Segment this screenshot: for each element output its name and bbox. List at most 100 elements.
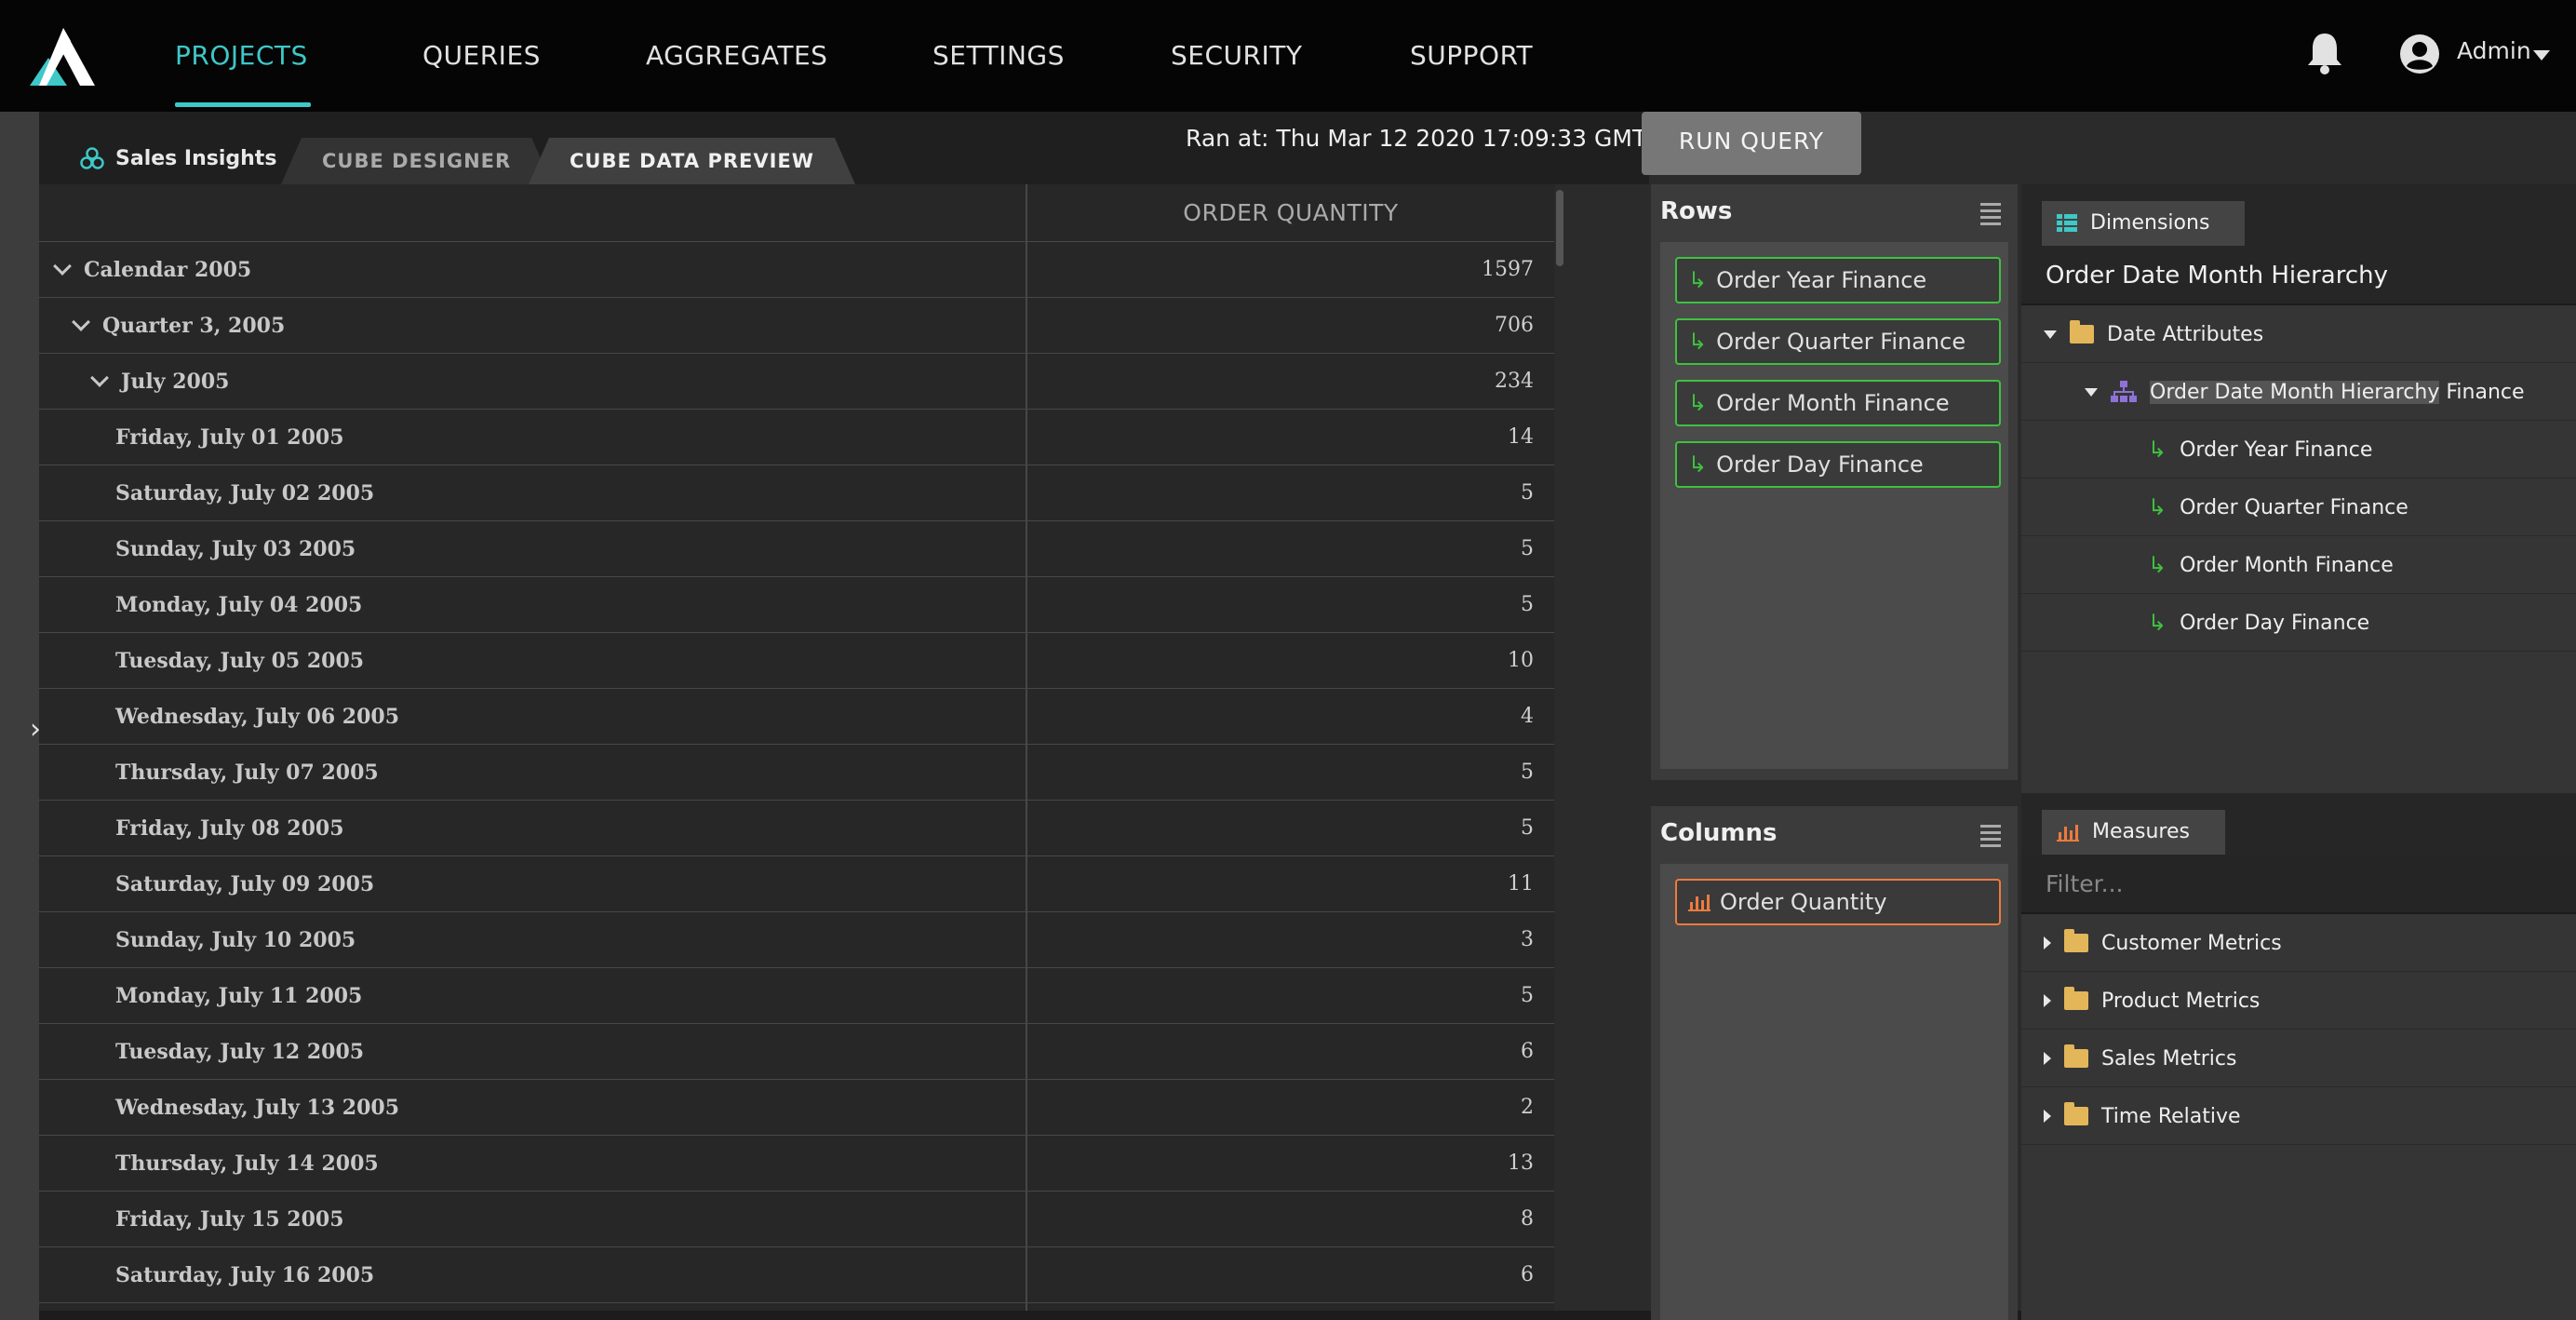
table-row[interactable]: Wednesday, July 06 2005 4 bbox=[39, 689, 1554, 745]
measures-tab[interactable]: Measures bbox=[2042, 810, 2225, 855]
row-label: Thursday, July 07 2005 bbox=[115, 745, 379, 801]
tree-folder-time-relative[interactable]: Time Relative bbox=[2021, 1087, 2576, 1145]
tree-level-order-year-finance[interactable]: ↳ Order Year Finance bbox=[2021, 421, 2576, 478]
level-arrow-icon: ↳ bbox=[2148, 552, 2167, 578]
table-row[interactable]: Monday, July 11 2005 5 bbox=[39, 968, 1554, 1024]
table-row[interactable]: Friday, July 15 2005 8 bbox=[39, 1192, 1554, 1247]
tree-level-order-day-finance[interactable]: ↳ Order Day Finance bbox=[2021, 594, 2576, 652]
rows-panel-menu-icon[interactable] bbox=[1980, 203, 2001, 229]
nav-aggregates[interactable]: AGGREGATES bbox=[646, 0, 827, 112]
row-value: 3 bbox=[1521, 928, 1534, 951]
nav-security[interactable]: SECURITY bbox=[1171, 0, 1302, 112]
tree-folder-date-attributes[interactable]: Date Attributes bbox=[2021, 305, 2576, 363]
nav-settings[interactable]: SETTINGS bbox=[932, 0, 1065, 112]
folder-icon bbox=[2064, 987, 2088, 1010]
table-row[interactable]: Friday, July 01 2005 14 bbox=[39, 410, 1554, 465]
tree-folder-product-metrics[interactable]: Product Metrics bbox=[2021, 972, 2576, 1030]
row-label: Saturday, July 09 2005 bbox=[115, 856, 374, 912]
table-row[interactable]: Tuesday, July 12 2005 6 bbox=[39, 1024, 1554, 1080]
user-menu-label[interactable]: Admin bbox=[2457, 37, 2531, 64]
tree-folder-customer-metrics[interactable]: Customer Metrics bbox=[2021, 914, 2576, 972]
dimensions-panel: Dimensions Order Date Month Hierarchy Da… bbox=[2021, 184, 2576, 795]
table-row[interactable]: Wednesday, July 13 2005 2 bbox=[39, 1080, 1554, 1136]
table-row[interactable]: Sunday, July 10 2005 3 bbox=[39, 912, 1554, 968]
row-label: Sunday, July 03 2005 bbox=[115, 521, 356, 577]
expand-caret-icon[interactable] bbox=[2044, 936, 2051, 950]
columns-panel: Columns Order Quantity bbox=[1651, 806, 2018, 1320]
table-row[interactable]: Quarter 3, 2005 706 bbox=[39, 298, 1554, 354]
expand-caret-icon[interactable] bbox=[2044, 330, 2057, 339]
nav-support[interactable]: SUPPORT bbox=[1410, 0, 1533, 112]
table-row[interactable]: Thursday, July 07 2005 5 bbox=[39, 745, 1554, 801]
nav-projects[interactable]: PROJECTS bbox=[175, 0, 308, 112]
pill-label: Order Quarter Finance bbox=[1716, 329, 1966, 355]
table-row[interactable]: Monday, July 04 2005 5 bbox=[39, 577, 1554, 633]
row-label-text: Friday, July 08 2005 bbox=[115, 816, 344, 841]
dimensions-tab[interactable]: Dimensions bbox=[2042, 201, 2246, 246]
rows-pill-order-year-finance[interactable]: ↳ Order Year Finance bbox=[1675, 257, 2001, 303]
tree-hierarchy-order-date-month[interactable]: Order Date Month Hierarchy Finance bbox=[2021, 363, 2576, 421]
row-label[interactable]: July 2005 bbox=[90, 354, 229, 410]
grid-vertical-scrollbar[interactable] bbox=[1556, 190, 1563, 266]
pill-label: Order Year Finance bbox=[1716, 267, 1927, 293]
table-row[interactable]: Sunday, July 03 2005 5 bbox=[39, 521, 1554, 577]
tree-node-label: Order Date Month Hierarchy Finance bbox=[2150, 380, 2525, 404]
expand-caret-icon[interactable] bbox=[2085, 387, 2098, 397]
row-label: Tuesday, July 12 2005 bbox=[115, 1024, 364, 1080]
tree-node-label: Order Month Finance bbox=[2180, 553, 2394, 577]
table-row[interactable]: Calendar 2005 1597 bbox=[39, 242, 1554, 298]
row-value: 1597 bbox=[1482, 258, 1534, 281]
table-row[interactable]: Thursday, July 14 2005 13 bbox=[39, 1136, 1554, 1192]
rows-pill-order-quarter-finance[interactable]: ↳ Order Quarter Finance bbox=[1675, 318, 2001, 365]
level-arrow-icon: ↳ bbox=[1688, 329, 1708, 355]
tab-cube-data-preview[interactable]: CUBE DATA PREVIEW bbox=[529, 138, 855, 184]
tab-cube-designer[interactable]: CUBE DESIGNER bbox=[281, 138, 552, 184]
expand-caret-icon[interactable] bbox=[2044, 1052, 2051, 1065]
rows-pill-order-month-finance[interactable]: ↳ Order Month Finance bbox=[1675, 380, 2001, 426]
table-row[interactable]: Saturday, July 02 2005 5 bbox=[39, 465, 1554, 521]
atscale-logo-icon[interactable] bbox=[26, 28, 95, 86]
order-quantity-column-header[interactable]: ORDER QUANTITY bbox=[1027, 184, 1554, 242]
table-row[interactable]: Tuesday, July 05 2005 10 bbox=[39, 633, 1554, 689]
columns-panel-menu-icon[interactable] bbox=[1980, 825, 2001, 851]
table-row[interactable]: Saturday, July 09 2005 11 bbox=[39, 856, 1554, 912]
run-query-button[interactable]: RUN QUERY bbox=[1642, 112, 1861, 175]
data-preview-grid: ORDER QUANTITY Calendar 2005 1597 Quarter … bbox=[39, 184, 1554, 1311]
expand-caret-icon[interactable] bbox=[2044, 1110, 2051, 1123]
measures-filter-input[interactable]: Filter... bbox=[2021, 855, 2576, 914]
nav-queries[interactable]: QUERIES bbox=[423, 0, 541, 112]
level-arrow-icon: ↳ bbox=[1688, 390, 1708, 416]
table-row[interactable]: July 2005 234 bbox=[39, 354, 1554, 410]
tree-level-order-month-finance[interactable]: ↳ Order Month Finance bbox=[2021, 536, 2576, 594]
row-label[interactable]: Quarter 3, 2005 bbox=[72, 298, 286, 354]
row-value: 5 bbox=[1521, 537, 1534, 560]
tree-level-order-quarter-finance[interactable]: ↳ Order Quarter Finance bbox=[2021, 478, 2576, 536]
dimensions-tree: Order Date Month Hierarchy Date Attribut… bbox=[2021, 246, 2576, 795]
folder-icon bbox=[2064, 929, 2088, 952]
top-nav: PROJECTS QUERIES AGGREGATES SETTINGS SEC… bbox=[0, 0, 2576, 112]
row-label-text: Tuesday, July 05 2005 bbox=[115, 649, 365, 673]
collapse-chevron-icon[interactable] bbox=[90, 369, 109, 387]
table-row[interactable]: Friday, July 08 2005 5 bbox=[39, 801, 1554, 856]
row-label[interactable]: Calendar 2005 bbox=[53, 242, 251, 298]
columns-drop-zone[interactable]: Order Quantity bbox=[1660, 864, 2008, 1320]
row-value: 706 bbox=[1495, 314, 1534, 337]
row-value: 5 bbox=[1521, 816, 1534, 840]
folder-icon bbox=[2070, 320, 2094, 343]
rows-drop-zone[interactable]: ↳ Order Year Finance ↳ Order Quarter Finan… bbox=[1660, 242, 2008, 769]
rows-pill-order-day-finance[interactable]: ↳ Order Day Finance bbox=[1675, 441, 2001, 488]
expand-caret-icon[interactable] bbox=[2044, 994, 2051, 1007]
collapse-chevron-icon[interactable] bbox=[72, 313, 90, 331]
row-label-text: Quarter 3, 2005 bbox=[102, 314, 286, 338]
collapse-chevron-icon[interactable] bbox=[53, 257, 72, 276]
dimension-search-value[interactable]: Order Date Month Hierarchy bbox=[2021, 246, 2576, 305]
user-menu-caret-icon[interactable] bbox=[2533, 50, 2550, 61]
notification-bell-icon[interactable] bbox=[2306, 32, 2343, 74]
tree-folder-sales-metrics[interactable]: Sales Metrics bbox=[2021, 1030, 2576, 1087]
pill-label: Order Day Finance bbox=[1716, 451, 1924, 478]
tab-sales-insights[interactable]: Sales Insights bbox=[80, 141, 276, 175]
level-arrow-icon: ↳ bbox=[2148, 610, 2167, 636]
user-avatar-icon[interactable] bbox=[2399, 34, 2440, 74]
columns-pill-order-quantity[interactable]: Order Quantity bbox=[1675, 879, 2001, 925]
table-row[interactable]: Saturday, July 16 2005 6 bbox=[39, 1247, 1554, 1303]
